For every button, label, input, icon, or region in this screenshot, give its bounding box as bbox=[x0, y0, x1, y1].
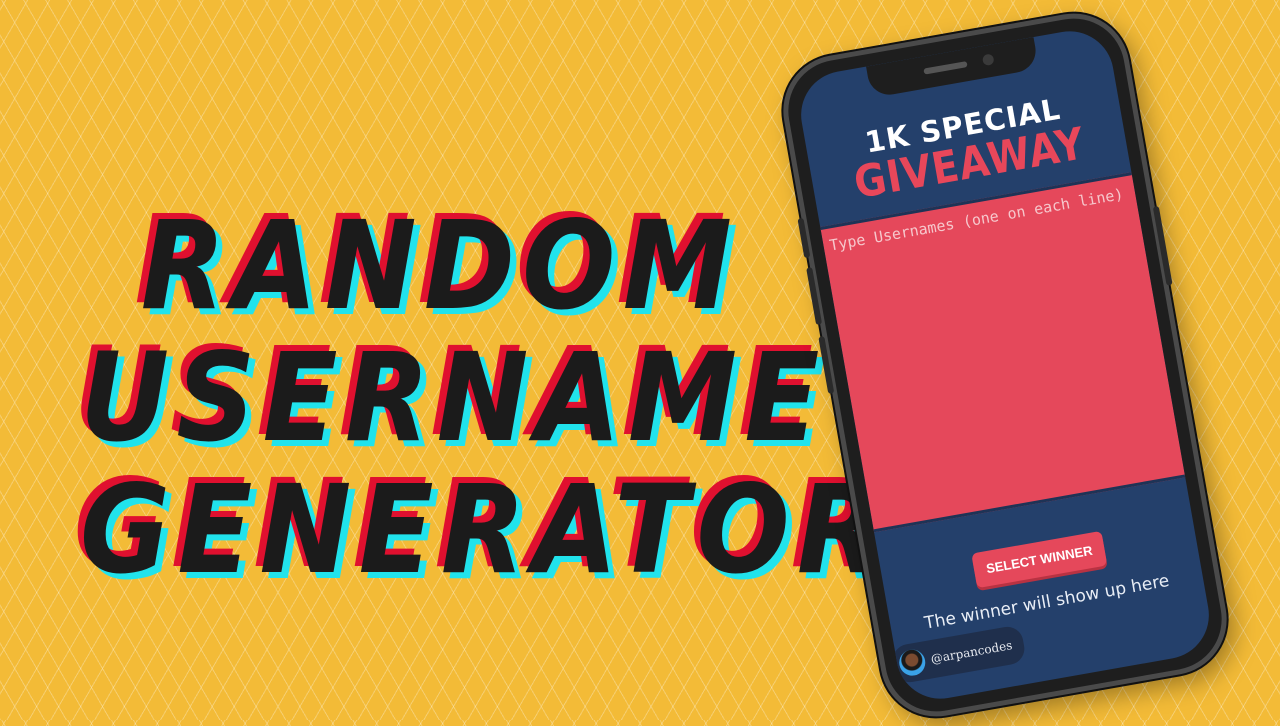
headline-line-random: RANDOM bbox=[140, 195, 740, 337]
headline-line-generator: GENERATOR bbox=[80, 459, 889, 601]
usernames-textarea[interactable]: Type Usernames (one on each line) bbox=[820, 172, 1186, 533]
camera-icon bbox=[981, 53, 995, 67]
winner-result-text: The winner will show up here bbox=[922, 570, 1171, 634]
speaker-grille bbox=[923, 61, 968, 75]
phone-mockup: 1K SPECIAL GIVEAWAY Type Usernames (one … bbox=[774, 4, 1236, 726]
phone-power-button bbox=[1152, 205, 1173, 286]
select-winner-button[interactable]: SELECT WINNER bbox=[971, 530, 1108, 589]
avatar bbox=[897, 647, 928, 678]
creator-handle: @arpancodes bbox=[929, 638, 1014, 667]
phone-screen: 1K SPECIAL GIVEAWAY Type Usernames (one … bbox=[794, 24, 1216, 706]
headline-line-username: USERNAME bbox=[80, 327, 827, 469]
thumbnail-headline: RANDOM USERNAME GENERATOR bbox=[40, 195, 889, 601]
